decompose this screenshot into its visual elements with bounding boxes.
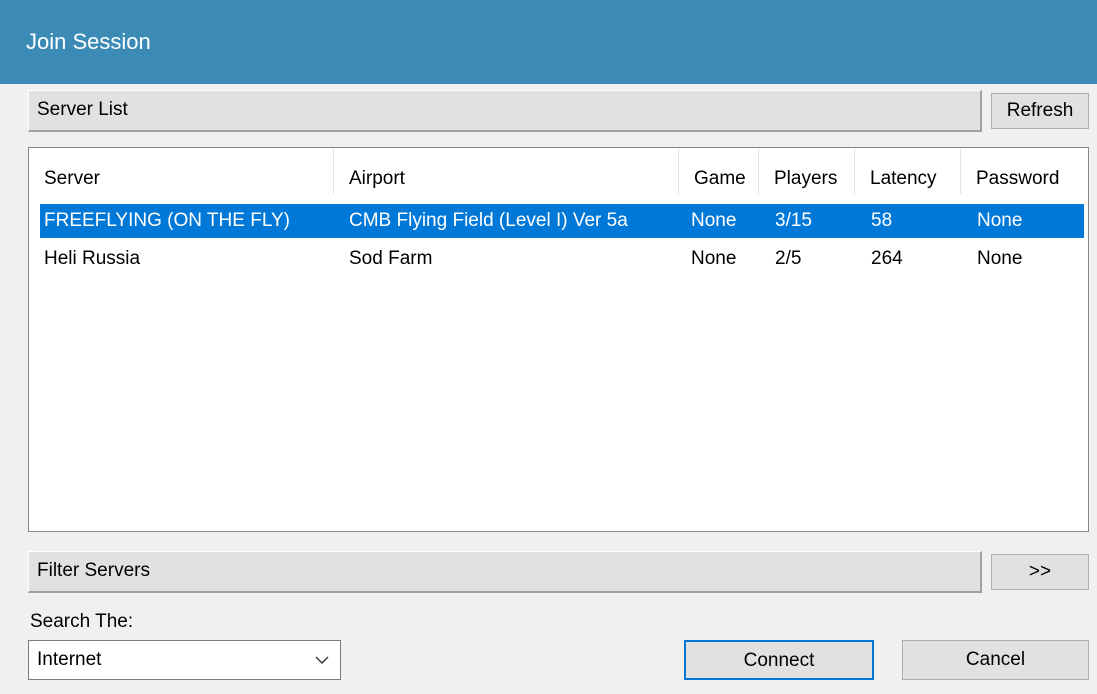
search-scope-value: Internet xyxy=(37,649,102,670)
column-header-players[interactable]: Players xyxy=(759,148,855,194)
cell-players: 2/5 xyxy=(775,248,802,269)
search-label: Search The: xyxy=(30,611,134,632)
cancel-button[interactable]: Cancel xyxy=(902,640,1089,680)
filter-servers-button[interactable]: Filter Servers xyxy=(28,551,982,593)
cell-game: None xyxy=(691,210,737,231)
filter-servers-label: Filter Servers xyxy=(37,560,150,581)
chevron-down-icon xyxy=(315,656,329,664)
cell-latency: 58 xyxy=(871,210,893,231)
server-list-header-button[interactable]: Server List xyxy=(28,90,982,132)
cell-password: None xyxy=(977,248,1023,269)
cell-airport: Sod Farm xyxy=(349,248,433,269)
column-header-password[interactable]: Password xyxy=(961,148,1088,194)
cell-airport: CMB Flying Field (Level I) Ver 5a xyxy=(349,210,628,231)
column-header-server[interactable]: Server xyxy=(29,148,334,194)
column-label-server: Server xyxy=(44,168,100,189)
column-label-players: Players xyxy=(774,168,838,189)
join-session-dialog: Join Session Server List Refresh Server … xyxy=(0,0,1097,694)
cell-game: None xyxy=(691,248,737,269)
refresh-button[interactable]: Refresh xyxy=(991,93,1089,129)
column-header-latency[interactable]: Latency xyxy=(855,148,961,194)
cell-latency: 264 xyxy=(871,248,903,269)
column-label-password: Password xyxy=(976,168,1060,189)
connect-label: Connect xyxy=(743,650,815,671)
column-label-game: Game xyxy=(694,168,746,189)
list-header: Server Airport Game Players Latency Pass… xyxy=(29,148,1088,194)
window-title: Join Session xyxy=(26,29,151,54)
expand-filters-label: >> xyxy=(1028,561,1052,582)
cancel-label: Cancel xyxy=(965,649,1026,670)
cell-server: Heli Russia xyxy=(44,248,141,269)
column-label-airport: Airport xyxy=(349,168,405,189)
connect-button[interactable]: Connect xyxy=(684,640,874,680)
column-header-game[interactable]: Game xyxy=(679,148,759,194)
refresh-label: Refresh xyxy=(1006,100,1074,121)
table-row[interactable]: FREEFLYING (ON THE FLY) CMB Flying Field… xyxy=(40,204,1084,238)
expand-filters-button[interactable]: >> xyxy=(991,554,1089,590)
title-bar: Join Session xyxy=(0,0,1097,84)
server-list-view[interactable]: Server Airport Game Players Latency Pass… xyxy=(28,147,1089,532)
cell-password: None xyxy=(977,210,1023,231)
search-scope-select[interactable]: Internet xyxy=(28,640,341,680)
cell-server: FREEFLYING (ON THE FLY) xyxy=(44,210,290,231)
column-label-latency: Latency xyxy=(870,168,937,189)
table-row[interactable]: Heli Russia Sod Farm None 2/5 264 None xyxy=(40,242,1084,276)
cell-players: 3/15 xyxy=(775,210,812,231)
server-list-label: Server List xyxy=(37,99,128,120)
column-header-airport[interactable]: Airport xyxy=(334,148,679,194)
